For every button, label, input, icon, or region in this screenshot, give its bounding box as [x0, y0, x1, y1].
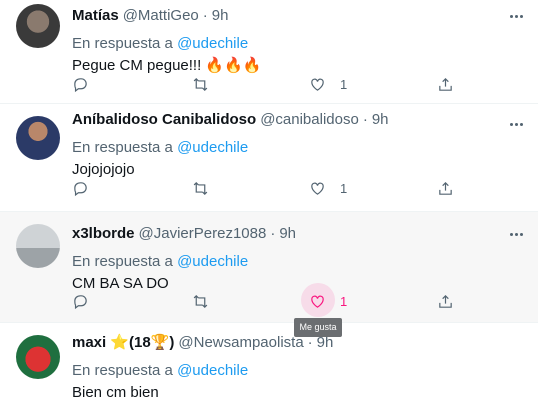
tweet[interactable]: maxi ⭐(18🏆) @Newsampaolista · 9h En resp…	[0, 323, 538, 401]
author-name[interactable]: x3lborde	[72, 226, 135, 242]
reply-button[interactable]	[72, 291, 89, 311]
timestamp[interactable]: 9h	[317, 335, 334, 351]
reply-icon	[74, 77, 87, 92]
action-bar: 1	[72, 178, 462, 198]
author-name[interactable]: Matías	[72, 8, 119, 24]
separator-dot: ·	[362, 111, 368, 128]
retweet-icon	[193, 181, 208, 195]
retweet-icon	[193, 294, 208, 308]
tweet[interactable]: x3lborde @JavierPerez1088 · 9h En respue…	[0, 212, 538, 323]
author-handle[interactable]: @canibalidoso	[260, 112, 359, 128]
reply-context: En respuesta a @udechile	[72, 35, 526, 53]
mention-link[interactable]: @udechile	[177, 35, 248, 52]
separator-dot: ·	[202, 7, 208, 24]
like-count: 1	[340, 180, 348, 196]
share-button[interactable]	[437, 291, 454, 311]
author-handle[interactable]: @JavierPerez1088	[139, 226, 267, 242]
action-bar: 1	[72, 283, 462, 317]
tweet[interactable]: Matías @MattiGeo · 9h En respuesta a @ud…	[0, 0, 538, 104]
tweet-text: Pegue CM pegue!!! 🔥🔥🔥	[72, 57, 262, 74]
reply-icon	[74, 294, 87, 309]
mention-link[interactable]: @udechile	[177, 139, 248, 156]
heart-icon	[311, 295, 324, 308]
author-handle[interactable]: @MattiGeo	[123, 8, 199, 24]
like-button[interactable]: 1	[309, 178, 347, 198]
like-count: 1	[340, 76, 348, 92]
avatar[interactable]	[16, 224, 60, 268]
retweet-icon	[193, 77, 208, 91]
tweet-text: Jojojojojo	[72, 161, 135, 178]
more-icon[interactable]	[506, 116, 526, 132]
heart-icon	[311, 78, 324, 91]
more-icon[interactable]	[506, 8, 526, 24]
like-button[interactable]: 1	[309, 74, 347, 94]
retweet-button[interactable]	[192, 74, 209, 94]
author-handle[interactable]: @Newsampaolista	[178, 335, 303, 351]
more-icon[interactable]	[506, 226, 526, 242]
share-icon	[439, 294, 452, 308]
author-name[interactable]: Aníbalidoso Canibalidoso	[72, 112, 256, 128]
timestamp[interactable]: 9h	[212, 8, 229, 24]
reply-prefix: En respuesta a	[72, 35, 173, 52]
tweet-text: Bien cm bien	[72, 384, 159, 401]
mention-link[interactable]: @udechile	[177, 253, 248, 270]
reply-icon	[74, 181, 87, 196]
reply-button[interactable]	[72, 74, 89, 94]
avatar[interactable]	[16, 116, 60, 160]
reply-prefix: En respuesta a	[72, 362, 173, 379]
reply-prefix: En respuesta a	[72, 253, 173, 270]
reply-context: En respuesta a @udechile	[72, 139, 526, 157]
share-button[interactable]	[437, 74, 454, 94]
mention-link[interactable]: @udechile	[177, 362, 248, 379]
separator-dot: ·	[270, 225, 276, 242]
avatar[interactable]	[16, 335, 60, 379]
retweet-button[interactable]	[192, 178, 209, 198]
timestamp[interactable]: 9h	[279, 226, 296, 242]
like-button[interactable]: 1	[301, 283, 348, 317]
share-button[interactable]	[437, 178, 454, 198]
author-name[interactable]: maxi ⭐(18🏆)	[72, 335, 174, 351]
avatar[interactable]	[16, 4, 60, 48]
timestamp[interactable]: 9h	[372, 112, 389, 128]
separator-dot: ·	[307, 334, 313, 351]
reply-prefix: En respuesta a	[72, 139, 173, 156]
reply-button[interactable]	[72, 178, 89, 198]
like-tooltip: Me gusta	[294, 318, 342, 337]
like-count: 1	[340, 293, 348, 309]
reply-context: En respuesta a @udechile	[72, 253, 526, 271]
heart-icon	[311, 182, 324, 195]
share-icon	[439, 77, 452, 91]
tweet[interactable]: Aníbalidoso Canibalidoso @canibalidoso ·…	[0, 104, 538, 212]
retweet-button[interactable]	[192, 291, 209, 311]
reply-context: En respuesta a @udechile	[72, 362, 526, 380]
share-icon	[439, 181, 452, 195]
action-bar: 1	[72, 74, 462, 94]
